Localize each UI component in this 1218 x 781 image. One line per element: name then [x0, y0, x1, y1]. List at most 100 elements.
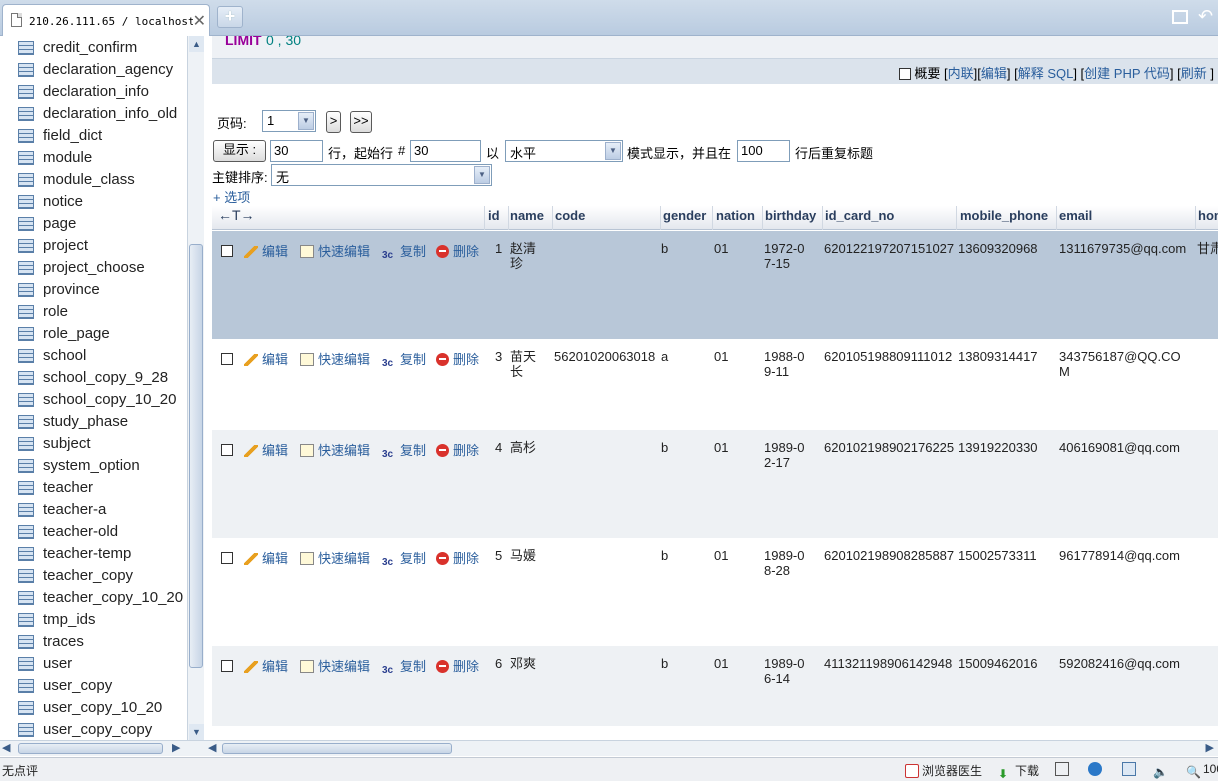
- sidebar-item-table[interactable]: user_copy_10_20: [0, 697, 188, 719]
- sidebar-item-table[interactable]: teacher-old: [0, 521, 188, 543]
- table-icon[interactable]: [18, 481, 34, 495]
- table-icon[interactable]: [18, 437, 34, 451]
- display-mode-select[interactable]: 水平 ▼: [505, 140, 623, 162]
- table-icon[interactable]: [18, 415, 34, 429]
- table-icon[interactable]: [18, 349, 34, 363]
- table-icon[interactable]: [18, 195, 34, 209]
- repeat-headers-input[interactable]: 100: [737, 140, 790, 162]
- copy-row-button[interactable]: 3c 复制: [382, 440, 426, 461]
- table-icon[interactable]: [18, 569, 34, 583]
- table-row[interactable]: 编辑 快速编辑 3c 复制 删除 4 高杉 b 01 1989-02-17 620102198902…: [212, 430, 1218, 538]
- table-icon[interactable]: [18, 151, 34, 165]
- edit-row-button[interactable]: 编辑: [244, 440, 288, 459]
- sidebar-item-table[interactable]: module: [0, 147, 188, 169]
- quick-edit-row-button[interactable]: 快速编辑: [300, 241, 370, 260]
- delete-row-button[interactable]: 删除: [436, 440, 479, 459]
- quick-edit-row-button[interactable]: 快速编辑: [300, 656, 370, 675]
- scroll-thumb[interactable]: [222, 743, 452, 754]
- sidebar-item-table[interactable]: project: [0, 235, 188, 257]
- column-header-name[interactable]: name: [510, 208, 544, 223]
- copy-row-button[interactable]: 3c 复制: [382, 241, 426, 262]
- copy-row-button[interactable]: 3c 复制: [382, 349, 426, 370]
- sidebar-item-label[interactable]: school: [43, 347, 86, 364]
- sidebar-item-label[interactable]: user: [43, 655, 72, 672]
- sidebar-item-table[interactable]: school_copy_10_20: [0, 389, 188, 411]
- sidebar-item-label[interactable]: province: [43, 281, 100, 298]
- edit-row-button[interactable]: 编辑: [244, 349, 288, 368]
- sidebar-item-label[interactable]: declaration_info: [43, 83, 149, 100]
- tab-close-icon[interactable]: ✕: [193, 11, 206, 30]
- sidebar-item-label[interactable]: notice: [43, 193, 83, 210]
- start-row-input[interactable]: 30: [410, 140, 481, 162]
- column-header-gender[interactable]: gender: [663, 208, 706, 223]
- table-icon[interactable]: [18, 591, 34, 605]
- sidebar-item-label[interactable]: module: [43, 149, 92, 166]
- status-tool-3[interactable]: [1122, 762, 1139, 776]
- table-row[interactable]: 编辑 快速编辑 3c 复制 删除 6 邓爽 b 01 1989-06-14 411321198906…: [212, 646, 1218, 726]
- column-header-id_card_no[interactable]: id_card_no: [825, 208, 894, 223]
- delete-row-button[interactable]: 删除: [436, 656, 479, 675]
- scroll-right-icon[interactable]: ▶: [172, 741, 180, 754]
- sidebar-item-label[interactable]: school_copy_10_20: [43, 391, 176, 408]
- scroll-up-icon[interactable]: ▲: [189, 36, 204, 52]
- table-icon[interactable]: [18, 217, 34, 231]
- sidebar-item-label[interactable]: project: [43, 237, 88, 254]
- row-checkbox[interactable]: [221, 660, 233, 672]
- table-icon[interactable]: [18, 525, 34, 539]
- window-icon[interactable]: [1172, 10, 1188, 24]
- table-icon[interactable]: [18, 85, 34, 99]
- sidebar-item-table[interactable]: school_copy_9_28: [0, 367, 188, 389]
- browser-doctor[interactable]: 浏览器医生: [905, 762, 982, 779]
- sidebar-item-table[interactable]: declaration_agency: [0, 59, 188, 81]
- sidebar-item-label[interactable]: page: [43, 215, 76, 232]
- sidebar-item-table[interactable]: field_dict: [0, 125, 188, 147]
- sidebar-item-label[interactable]: system_option: [43, 457, 140, 474]
- zoom[interactable]: 🔍100: [1186, 762, 1218, 779]
- table-icon[interactable]: [18, 547, 34, 561]
- main-horizontal-scrollbar[interactable]: ◀ ▶: [204, 740, 1218, 756]
- options-link[interactable]: + 选项: [213, 187, 250, 206]
- sidebar-item-table[interactable]: tmp_ids: [0, 609, 188, 631]
- sidebar-item-table[interactable]: school: [0, 345, 188, 367]
- table-icon[interactable]: [18, 41, 34, 55]
- quick-edit-row-button[interactable]: 快速编辑: [300, 548, 370, 567]
- copy-row-button[interactable]: 3c 复制: [382, 656, 426, 677]
- sidebar-item-table[interactable]: module_class: [0, 169, 188, 191]
- column-header-code[interactable]: code: [555, 208, 585, 223]
- scroll-thumb[interactable]: [18, 743, 163, 754]
- status-tool-1[interactable]: [1055, 762, 1072, 776]
- delete-row-button[interactable]: 删除: [436, 548, 479, 567]
- table-row[interactable]: 编辑 快速编辑 3c 复制 删除 3 苗天长 56201020063018 a 01 1988-09…: [212, 339, 1218, 430]
- sidebar-item-label[interactable]: teacher: [43, 479, 93, 496]
- sidebar-item-table[interactable]: teacher_copy_10_20: [0, 587, 188, 609]
- table-icon[interactable]: [18, 239, 34, 253]
- undo-arrow-icon[interactable]: ↶: [1198, 6, 1213, 27]
- sidebar-item-table[interactable]: teacher: [0, 477, 188, 499]
- sidebar-item-table[interactable]: study_phase: [0, 411, 188, 433]
- sidebar-item-label[interactable]: credit_confirm: [43, 39, 137, 56]
- sidebar-item-table[interactable]: project_choose: [0, 257, 188, 279]
- table-icon[interactable]: [18, 503, 34, 517]
- table-icon[interactable]: [18, 283, 34, 297]
- sidebar-item-label[interactable]: field_dict: [43, 127, 102, 144]
- copy-row-button[interactable]: 3c 复制: [382, 548, 426, 569]
- edit-row-button[interactable]: 编辑: [244, 548, 288, 567]
- sidebar-item-table[interactable]: notice: [0, 191, 188, 213]
- sidebar-item-table[interactable]: province: [0, 279, 188, 301]
- sidebar-item-label[interactable]: user_copy_10_20: [43, 699, 162, 716]
- sidebar-item-table[interactable]: user_copy: [0, 675, 188, 697]
- table-icon[interactable]: [18, 129, 34, 143]
- sidebar-item-table[interactable]: user: [0, 653, 188, 675]
- delete-row-button[interactable]: 删除: [436, 349, 479, 368]
- status-tool-2[interactable]: [1088, 762, 1105, 776]
- quick-edit-row-button[interactable]: 快速编辑: [300, 440, 370, 459]
- quick-edit-row-button[interactable]: 快速编辑: [300, 349, 370, 368]
- sidebar-item-label[interactable]: teacher_copy: [43, 567, 133, 584]
- sql-link[interactable]: 创建 PHP 代码: [1084, 66, 1170, 81]
- column-arrows[interactable]: ←T→: [218, 207, 255, 223]
- row-checkbox[interactable]: [221, 444, 233, 456]
- sidebar-item-table[interactable]: teacher-temp: [0, 543, 188, 565]
- table-icon[interactable]: [18, 393, 34, 407]
- sidebar-item-label[interactable]: role_page: [43, 325, 110, 342]
- sidebar-item-label[interactable]: study_phase: [43, 413, 128, 430]
